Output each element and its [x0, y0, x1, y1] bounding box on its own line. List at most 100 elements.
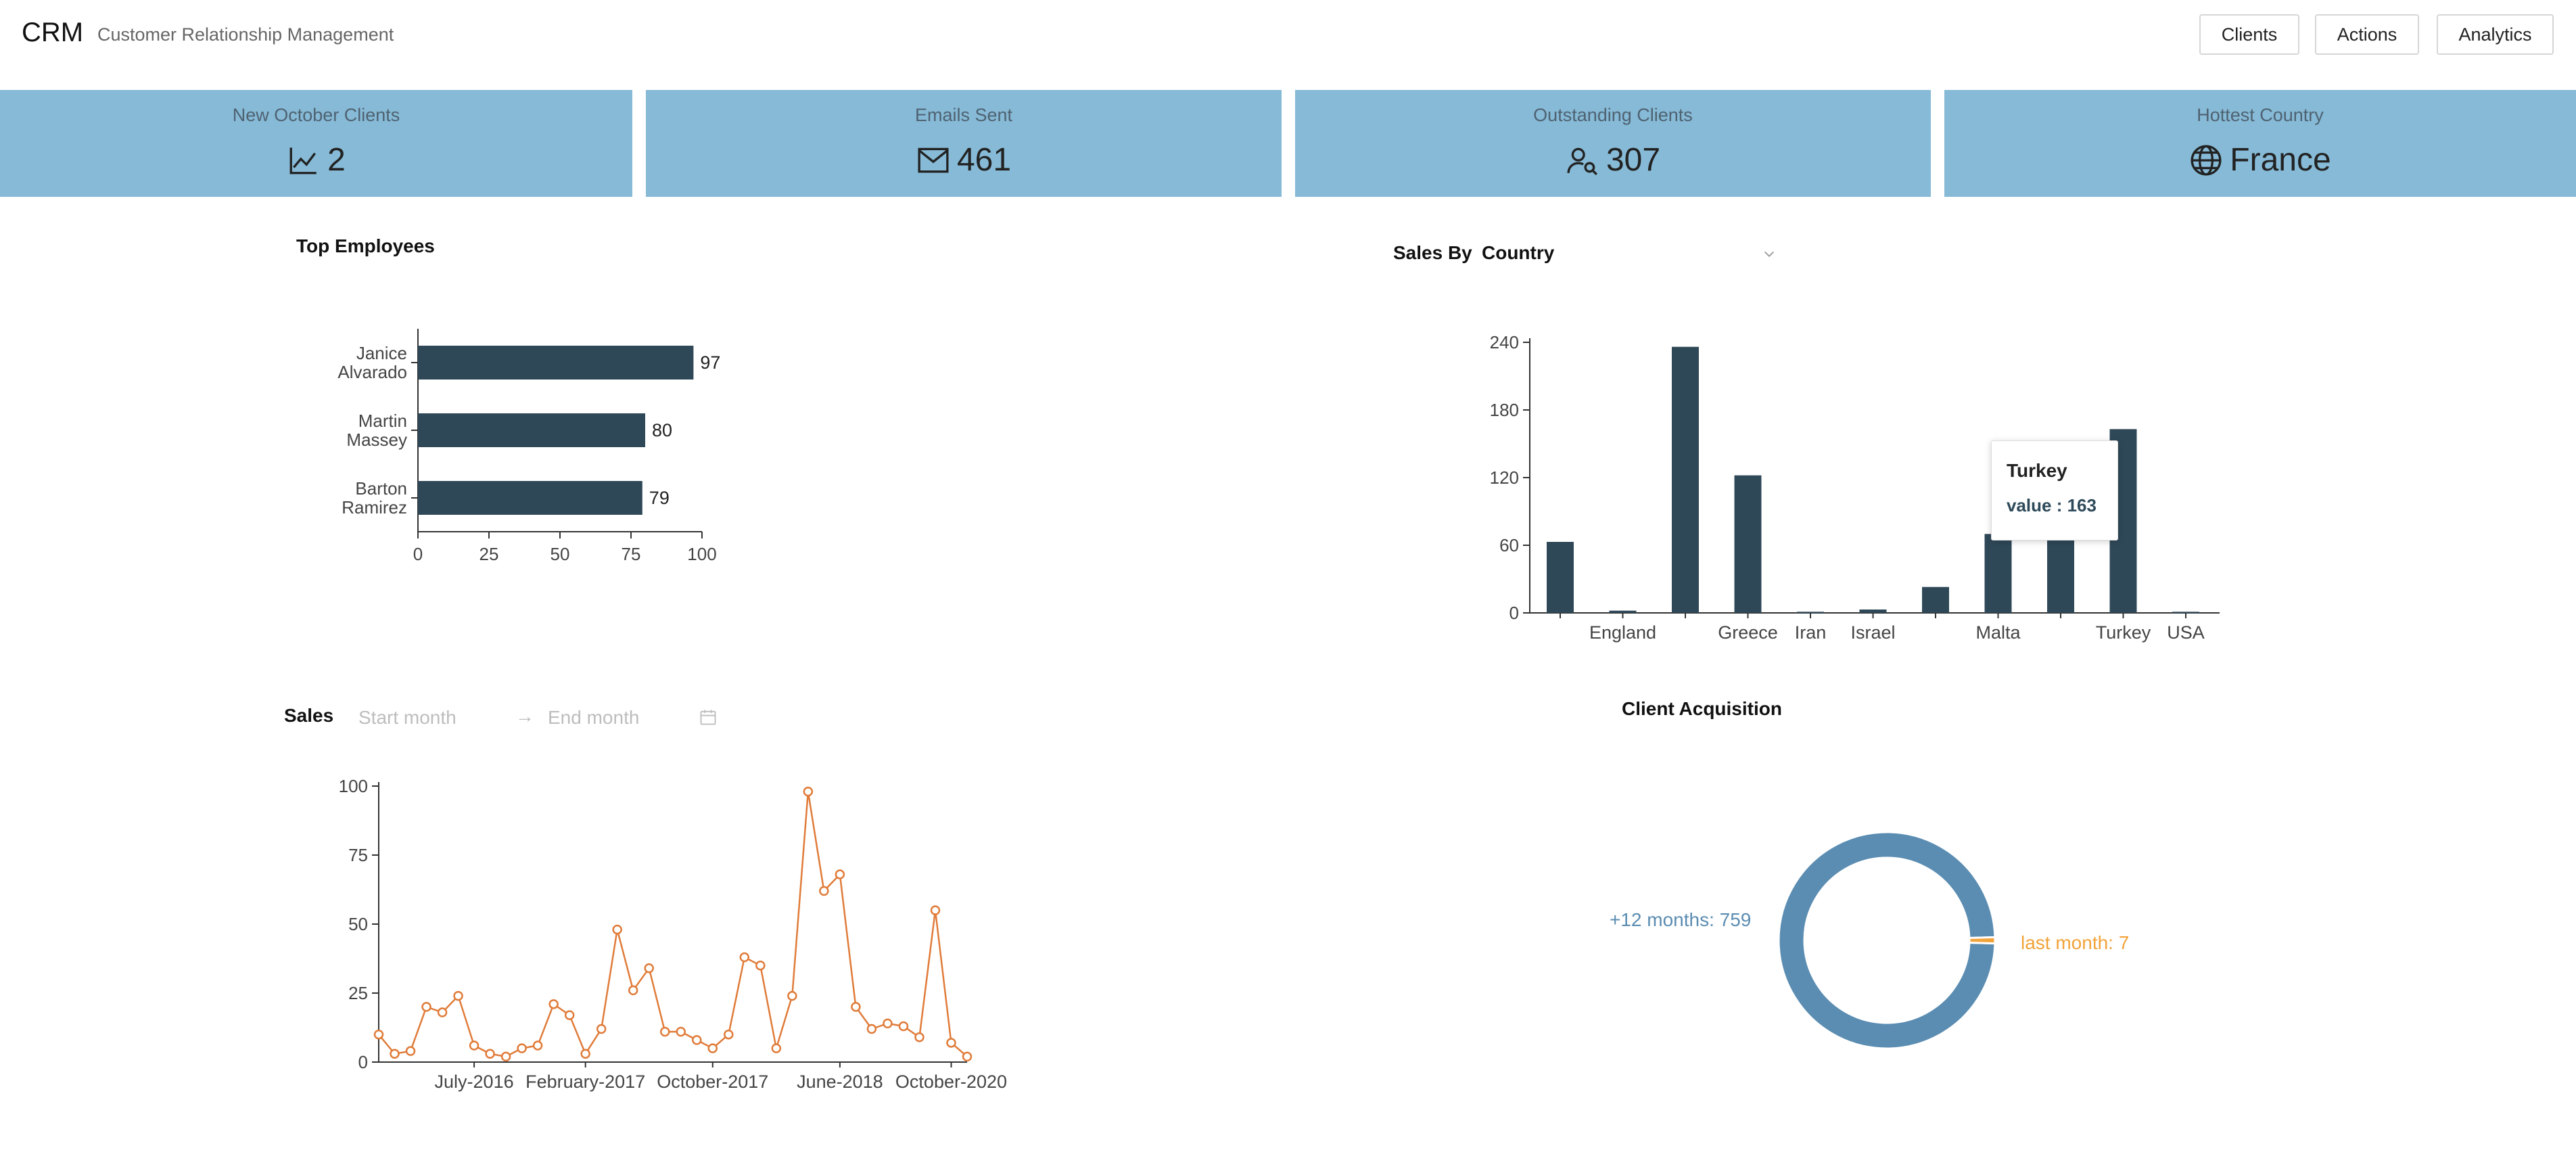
- data-point: [898, 1021, 909, 1032]
- kpi-label: Outstanding Clients: [1533, 105, 1693, 125]
- x-tick-label: October-2020: [895, 1072, 1007, 1092]
- y-tick-label: 100: [339, 776, 368, 796]
- tooltip-name: Turkey: [2007, 460, 2067, 481]
- x-tick-label: February-2017: [525, 1072, 645, 1092]
- x-tick-label: 50: [551, 544, 570, 564]
- kpi-card-hottest-country: Hottest Country France: [1944, 90, 2576, 197]
- data-point: [755, 960, 766, 971]
- app-subtitle: Customer Relationship Management: [97, 24, 394, 45]
- data-point: [835, 869, 845, 879]
- x-tick-label: Greece: [1718, 622, 1778, 643]
- x-tick-label: Iran: [1795, 622, 1827, 643]
- client-acquisition-donut: [1777, 831, 1996, 1050]
- data-point: [803, 786, 814, 797]
- bar: [1734, 475, 1762, 613]
- y-tick-label: Martin: [358, 411, 407, 431]
- donut-slice: [1968, 936, 1996, 945]
- end-month-input[interactable]: End month: [548, 707, 639, 729]
- data-point: [421, 1002, 431, 1012]
- data-point: [930, 905, 941, 915]
- x-tick-label: Malta: [1975, 622, 2021, 643]
- data-point: [390, 1049, 400, 1059]
- bar: [1922, 587, 1949, 613]
- top-employees-title: Top Employees: [296, 235, 435, 256]
- app-header: CRM Customer Relationship Management Cli…: [0, 0, 2576, 71]
- sales-by-select[interactable]: Country: [1478, 238, 1789, 269]
- top-employees-chart: 97 JaniceAlvarado 80 MartinMassey 79 BartonRa…: [337, 329, 720, 564]
- bar: [1672, 346, 1699, 613]
- bar-value-label: 80: [652, 420, 672, 440]
- bar: [418, 413, 645, 447]
- data-point: [659, 1026, 670, 1037]
- data-point: [580, 1049, 590, 1059]
- chevron-down-icon: [1764, 251, 1775, 257]
- bar: [1859, 610, 1887, 613]
- data-point: [692, 1035, 702, 1045]
- kpi-value: 2: [327, 142, 346, 178]
- mail-icon: [918, 147, 949, 173]
- bar: [1547, 542, 1574, 613]
- data-point: [883, 1018, 893, 1029]
- y-tick-label: 240: [1490, 332, 1519, 352]
- data-point: [707, 1043, 718, 1053]
- data-point: [373, 1029, 384, 1040]
- client-acquisition-title: Client Acquisition: [1622, 698, 1782, 719]
- pie-label-long: +12 months: 759: [1610, 909, 1752, 930]
- sales-line: [378, 791, 968, 1058]
- y-tick-label: 75: [348, 845, 368, 865]
- app-brand[interactable]: CRM: [22, 18, 83, 48]
- kpi-value-row: France: [1944, 141, 2576, 179]
- x-tick-label: June-2018: [797, 1072, 883, 1092]
- y-tick-label: 50: [348, 914, 368, 934]
- sales-by-selected-value: Country: [1482, 242, 1555, 263]
- range-arrow: →: [515, 706, 534, 727]
- x-tick-label: 25: [479, 544, 499, 564]
- data-point: [500, 1051, 511, 1062]
- kpi-value-row: 2: [0, 141, 632, 179]
- kpi-value: 461: [956, 142, 1012, 178]
- user-search-icon: [1567, 147, 1597, 175]
- x-tick-label: USA: [2167, 622, 2205, 643]
- data-point: [724, 1029, 734, 1040]
- data-point: [819, 886, 829, 896]
- x-tick-label: October-2017: [657, 1072, 768, 1092]
- y-tick-label: Barton: [355, 478, 407, 499]
- y-tick-label: 60: [1499, 535, 1519, 555]
- calendar-icon[interactable]: [699, 708, 718, 727]
- x-tick-label: July-2016: [435, 1072, 514, 1092]
- data-point: [548, 999, 559, 1009]
- nav-clients-button[interactable]: Clients: [2199, 14, 2299, 55]
- data-point: [644, 963, 654, 973]
- y-tick-label: 120: [1490, 467, 1519, 488]
- sales-by-label: Sales By: [1393, 242, 1472, 263]
- sales-line-chart: 0 25 50 75 100 July-2016 February-2017 October-…: [339, 776, 1007, 1092]
- data-point: [532, 1040, 543, 1051]
- kpi-label: Emails Sent: [914, 105, 1013, 125]
- tooltip-value: value : 163: [2007, 495, 2097, 515]
- data-point: [469, 1040, 479, 1051]
- data-point: [787, 990, 797, 1001]
- line-chart-icon: [289, 147, 317, 174]
- data-point: [914, 1032, 924, 1042]
- chart-tooltip: Turkey value : 163: [1991, 440, 2118, 541]
- y-tick-label: 25: [348, 983, 368, 1003]
- data-point: [676, 1026, 686, 1037]
- nav-analytics-button[interactable]: Analytics: [2437, 14, 2554, 55]
- month-range-picker[interactable]: Start month → End month: [352, 704, 724, 735]
- y-tick-label: 180: [1490, 400, 1519, 420]
- data-point: [612, 924, 622, 935]
- x-tick-label: 0: [413, 544, 423, 564]
- bar: [2047, 534, 2074, 613]
- donut-slice: [1777, 831, 1996, 1050]
- y-tick-label: Janice: [356, 343, 407, 363]
- nav-actions-button[interactable]: Actions: [2315, 14, 2419, 55]
- data-point: [946, 1038, 956, 1048]
- x-tick-label: 100: [687, 544, 716, 564]
- data-point: [866, 1024, 877, 1034]
- start-month-input[interactable]: Start month: [358, 707, 456, 729]
- pie-label-short: last month: 7: [2021, 932, 2130, 953]
- bar: [1984, 534, 2012, 613]
- kpi-label: Hottest Country: [2197, 105, 2324, 125]
- kpi-card-outstanding: Outstanding Clients 307: [1295, 90, 1931, 197]
- y-tick-label: Ramirez: [342, 497, 407, 518]
